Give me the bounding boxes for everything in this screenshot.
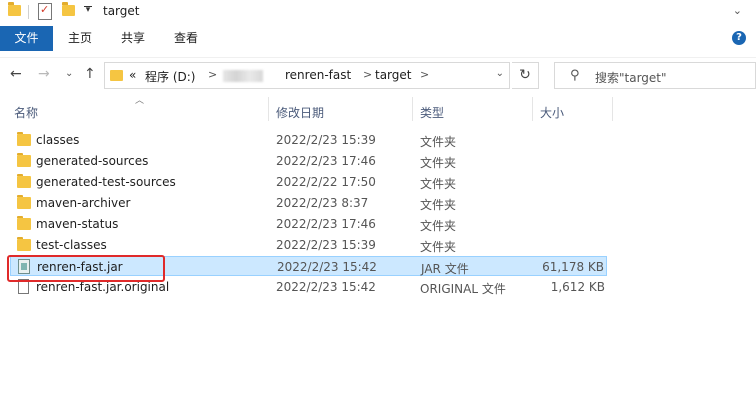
file-date: 2022/2/23 15:42 [276,280,376,294]
properties-icon[interactable] [38,3,52,20]
file-type: 文件夹 [420,219,457,233]
file-date: 2022/2/23 17:46 [276,154,376,168]
expand-ribbon-icon[interactable]: ⌄ [733,4,742,17]
column-type[interactable]: 类型 [420,104,444,121]
tab-share[interactable]: 共享 [121,26,145,51]
address-bar[interactable]: « 程序 (D:) > renren-fast > target > ⌄ [104,62,510,89]
folder-icon [17,237,31,251]
breadcrumb-separator[interactable]: > [208,68,217,81]
file-size: 61,178 KB [542,260,604,274]
help-icon[interactable]: ? [732,31,746,45]
file-date: 2022/2/23 15:42 [277,260,377,274]
folder-icon [110,70,123,81]
column-headers: ︿ 名称 修改日期 类型 大小 [0,96,756,123]
column-divider[interactable] [612,97,613,121]
breadcrumb-renren-fast[interactable]: renren-fast [285,68,351,82]
file-name: generated-test-sources [36,175,176,189]
separator [28,5,29,19]
file-name: maven-archiver [36,196,131,210]
file-name: generated-sources [36,154,149,168]
tab-file[interactable]: 文件 [0,26,53,51]
file-name: test-classes [36,238,107,252]
file-type: 文件夹 [420,156,457,170]
file-row-maven-archiver[interactable]: maven-archiver 2022/2/23 8:37 文件夹 [10,193,607,213]
file-row-generated-sources[interactable]: generated-sources 2022/2/23 17:46 文件夹 [10,151,607,171]
search-box[interactable]: ⚲ 搜索"target" [554,62,756,89]
folder-icon [17,153,31,167]
column-size[interactable]: 大小 [540,104,564,121]
file-row-generated-test-sources[interactable]: generated-test-sources 2022/2/22 17:50 文… [10,172,607,192]
search-placeholder: 搜索"target" [595,71,667,85]
recent-locations-icon[interactable]: ⌄ [65,68,73,79]
address-dropdown-icon[interactable]: ⌄ [496,68,504,79]
breadcrumb-overflow[interactable]: « [129,68,136,82]
ribbon-tabs: 文件 主页 共享 查看 ? [0,26,756,51]
folder-icon [17,195,31,209]
folder-icon [17,132,31,146]
customize-quick-access-icon[interactable]: ▾ [84,5,92,17]
file-type: 文件夹 [420,177,457,191]
file-date: 2022/2/23 17:46 [276,217,376,231]
file-type: 文件夹 [420,135,457,149]
file-type: JAR 文件 [421,262,469,276]
column-divider[interactable] [268,97,269,121]
annotation-highlight-box [7,255,165,282]
breadcrumb-target[interactable]: target [375,68,412,82]
title-bar: ▾ target ⌄ [0,0,756,26]
column-name[interactable]: 名称 [14,104,38,121]
refresh-button[interactable]: ↻ [512,62,539,89]
file-row-classes[interactable]: classes 2022/2/23 15:39 文件夹 [10,130,607,150]
navigation-bar: ← → ⌄ ↑ « 程序 (D:) > renren-fast > target… [0,57,756,92]
file-name: maven-status [36,217,119,231]
file-size: 1,612 KB [550,280,605,294]
file-row-test-classes[interactable]: test-classes 2022/2/23 15:39 文件夹 [10,235,607,255]
breadcrumb-separator[interactable]: > [363,68,372,81]
breadcrumb-separator[interactable]: > [420,68,429,81]
sort-ascending-icon: ︿ [135,96,145,106]
file-type: ORIGINAL 文件 [420,282,506,296]
forward-arrow-icon[interactable]: → [38,66,50,82]
column-divider[interactable] [412,97,413,121]
up-arrow-icon[interactable]: ↑ [84,66,96,82]
breadcrumb-drive[interactable]: 程序 (D:) [145,68,195,85]
file-name: renren-fast.jar.original [36,280,170,294]
back-arrow-icon[interactable]: ← [10,66,22,82]
folder-icon [17,174,31,188]
file-date: 2022/2/23 15:39 [276,238,376,252]
file-date: 2022/2/22 17:50 [276,175,376,189]
window-title: target [103,4,140,18]
new-folder-icon[interactable] [62,2,75,16]
tab-home[interactable]: 主页 [68,26,92,51]
file-row-maven-status[interactable]: maven-status 2022/2/23 17:46 文件夹 [10,214,607,234]
file-date: 2022/2/23 15:39 [276,133,376,147]
column-divider[interactable] [532,97,533,121]
file-type: 文件夹 [420,240,457,254]
tab-view[interactable]: 查看 [174,26,198,51]
search-icon: ⚲ [570,68,580,83]
file-date: 2022/2/23 8:37 [276,196,369,210]
file-type: 文件夹 [420,198,457,212]
column-date[interactable]: 修改日期 [276,104,324,121]
folder-icon[interactable] [8,2,21,16]
folder-icon [17,216,31,230]
redacted-breadcrumb [223,70,263,82]
file-name: classes [36,133,80,147]
